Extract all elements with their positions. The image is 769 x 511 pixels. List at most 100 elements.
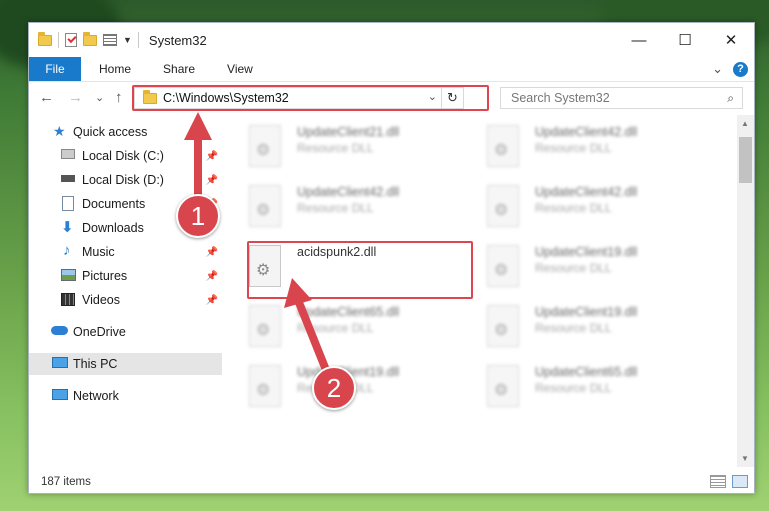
sidebar-item-label: Pictures	[82, 269, 128, 283]
pin-icon[interactable]: 📌	[206, 175, 218, 186]
pin-icon[interactable]: 📌	[206, 151, 218, 162]
cloud-icon	[51, 326, 68, 335]
file-name: UpdateClient65.dll	[297, 305, 400, 319]
callout-2: 2	[312, 366, 356, 410]
pin-icon[interactable]: 📌	[206, 295, 218, 306]
minimize-button[interactable]: —	[616, 23, 662, 57]
sidebar-item-network[interactable]: Network	[29, 385, 222, 407]
file-name: UpdateClient42.dll	[535, 125, 638, 139]
sidebar-item-label: Network	[73, 389, 119, 403]
properties-check-icon[interactable]	[65, 33, 77, 47]
sidebar-item-music[interactable]: ♪ Music 📌	[29, 241, 222, 263]
toolbar-separator	[58, 32, 59, 48]
list-item[interactable]: UpdateClient42.dll Resource DLL	[227, 181, 427, 235]
sidebar-item-label: Music	[82, 245, 115, 259]
list-item[interactable]: UpdateClient65.dll Resource DLL	[227, 301, 427, 355]
file-name: UpdateClient19.dll	[535, 245, 638, 259]
file-explorer-window: ▼ System32 — ☐ ✕ File Home Share View ⌄ …	[28, 22, 755, 494]
dll-file-icon	[249, 125, 281, 167]
list-item[interactable]: UpdateClient21.dll Resource DLL	[227, 121, 427, 175]
new-folder-icon[interactable]	[83, 31, 97, 46]
dll-file-icon	[487, 125, 519, 167]
tab-view[interactable]: View	[211, 62, 269, 76]
sidebar-item-label: Local Disk (C:)	[82, 149, 164, 163]
pin-icon[interactable]: 📌	[206, 271, 218, 282]
sidebar-item-local-disk-c[interactable]: Local Disk (C:) 📌	[29, 145, 222, 167]
documents-icon	[62, 196, 74, 211]
scroll-down-icon[interactable]: ▼	[741, 454, 749, 463]
sidebar-item-label: This PC	[73, 357, 118, 371]
file-name: UpdateClient65.dll	[535, 365, 638, 379]
maximize-button[interactable]: ☐	[662, 23, 708, 57]
toolbar-separator	[137, 32, 139, 48]
callout-1: 1	[176, 194, 220, 238]
computer-icon	[52, 357, 68, 368]
drive-icon	[61, 149, 75, 159]
up-arrow-icon[interactable]: ↑	[115, 89, 123, 106]
search-icon: ⌕	[727, 91, 734, 105]
tab-share[interactable]: Share	[147, 62, 211, 76]
drive-icon	[61, 175, 75, 182]
dll-file-icon	[487, 245, 519, 287]
file-name: UpdateClient21.dll	[297, 125, 400, 139]
sidebar-item-label: Local Disk (D:)	[82, 173, 164, 187]
sidebar-item-label: Videos	[82, 293, 120, 307]
file-description: Resource DLL	[535, 381, 612, 395]
network-icon	[52, 389, 68, 400]
title-bar: ▼ System32 — ☐ ✕	[29, 23, 754, 57]
chevron-down-icon[interactable]: ▼	[123, 35, 132, 45]
dll-file-icon	[487, 185, 519, 227]
file-list: UpdateClient21.dll Resource DLL UpdateCl…	[227, 115, 737, 467]
search-input[interactable]: Search System32 ⌕	[500, 87, 743, 109]
navigation-bar: ← → ⌄ ↑ C:\Windows\System32 ⌄ ↻ Search S…	[29, 81, 754, 115]
file-name: UpdateClient42.dll	[297, 185, 400, 199]
list-item[interactable]: UpdateClient65.dll Resource DLL	[465, 361, 665, 415]
sidebar-item-pictures[interactable]: Pictures 📌	[29, 265, 222, 287]
file-highlight-box	[247, 241, 473, 299]
search-placeholder: Search System32	[511, 91, 610, 105]
list-item[interactable]: UpdateClient42.dll Resource DLL	[465, 181, 665, 235]
sidebar-item-this-pc[interactable]: This PC	[29, 353, 222, 375]
sidebar-item-label: OneDrive	[73, 325, 126, 339]
dll-file-icon	[249, 365, 281, 407]
download-icon: ⬇	[61, 219, 74, 236]
sidebar-item-label: Documents	[82, 197, 146, 211]
close-button[interactable]: ✕	[708, 23, 754, 57]
sidebar-item-quick-access[interactable]: ★ Quick access	[29, 121, 222, 143]
tab-home[interactable]: Home	[81, 62, 147, 76]
videos-icon	[61, 293, 75, 306]
help-icon[interactable]: ?	[733, 61, 748, 77]
item-count: 187 items	[41, 476, 91, 488]
sidebar-item-onedrive[interactable]: OneDrive	[29, 321, 222, 343]
scrollbar-thumb[interactable]	[739, 137, 752, 183]
dll-file-icon	[487, 305, 519, 347]
customize-icon[interactable]	[103, 34, 117, 46]
tab-file[interactable]: File	[29, 57, 81, 81]
sidebar-item-local-disk-d[interactable]: Local Disk (D:) 📌	[29, 169, 222, 191]
large-icons-view-icon[interactable]	[732, 475, 748, 488]
status-bar: 187 items	[29, 471, 754, 493]
file-description: Resource DLL	[535, 141, 612, 155]
file-description: Resource DLL	[297, 201, 374, 215]
recent-locations-icon[interactable]: ⌄	[95, 91, 104, 104]
back-arrow-icon[interactable]: ←	[39, 89, 54, 106]
vertical-scrollbar[interactable]: ▲ ▼	[737, 115, 754, 467]
details-view-icon[interactable]	[710, 475, 726, 488]
list-item[interactable]: UpdateClient19.dll Resource DLL	[465, 301, 665, 355]
window-controls: — ☐ ✕	[616, 23, 754, 57]
sidebar-item-videos[interactable]: Videos 📌	[29, 289, 222, 311]
dll-file-icon	[487, 365, 519, 407]
file-description: Resource DLL	[297, 321, 374, 335]
folder-icon	[38, 31, 52, 46]
window-title: System32	[148, 32, 207, 48]
ribbon-right: ⌄ ?	[712, 61, 748, 77]
star-icon: ★	[53, 123, 66, 139]
pin-icon[interactable]: 📌	[206, 247, 218, 258]
list-item[interactable]: UpdateClient19.dll Resource DLL	[465, 241, 665, 295]
pictures-icon	[61, 269, 76, 281]
list-item[interactable]: UpdateClient42.dll Resource DLL	[465, 121, 665, 175]
dll-file-icon	[249, 305, 281, 347]
scroll-up-icon[interactable]: ▲	[741, 119, 749, 128]
forward-arrow-icon[interactable]: →	[68, 89, 83, 106]
expand-ribbon-icon[interactable]: ⌄	[712, 61, 723, 77]
